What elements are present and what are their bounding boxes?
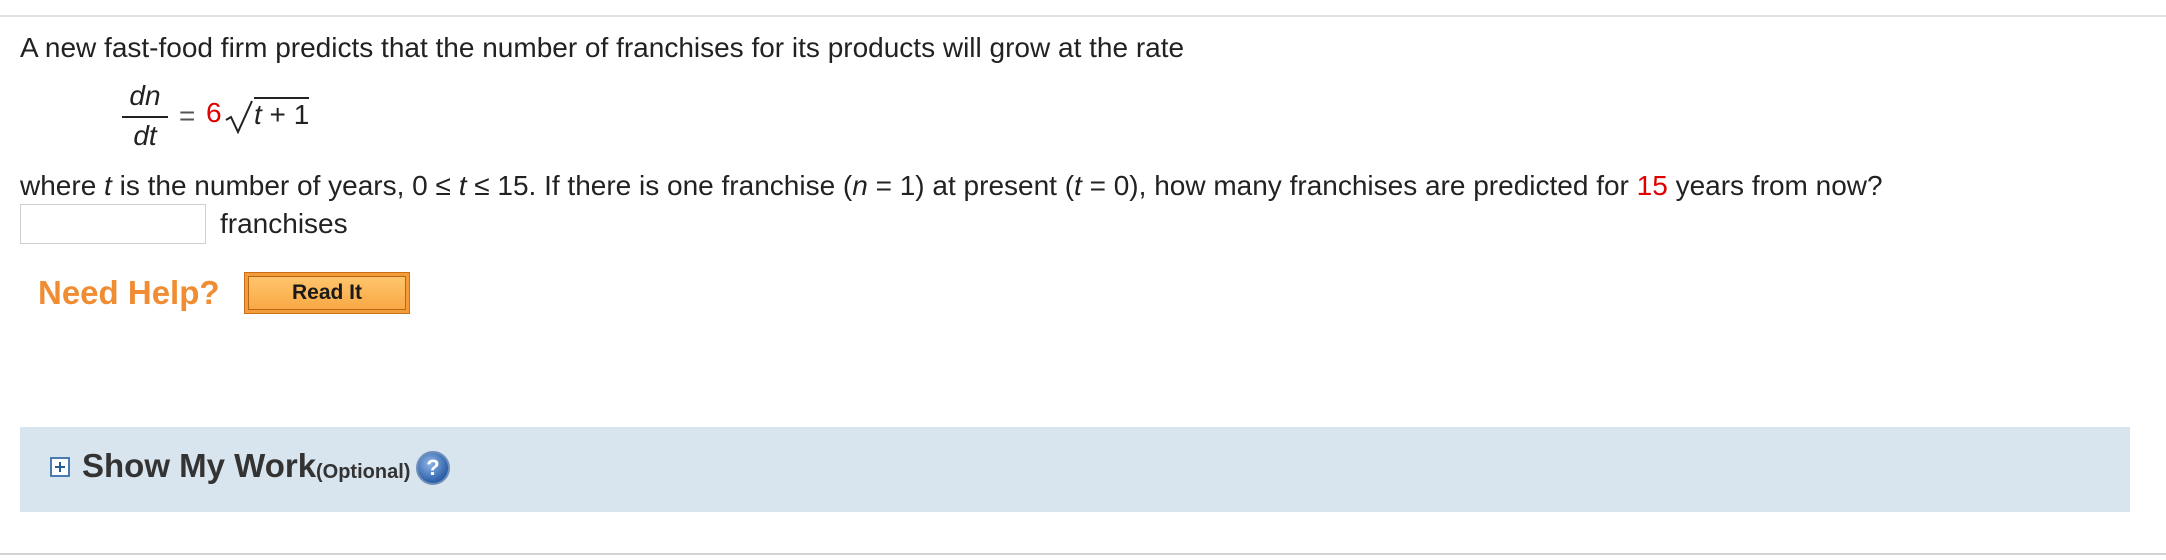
radicand-variable: t: [254, 99, 262, 130]
radicand-constant: + 1: [261, 99, 310, 130]
bottom-divider: [0, 553, 2166, 555]
fraction-denominator: dt: [133, 120, 157, 151]
coefficient: 6: [206, 97, 222, 128]
square-root-icon: [225, 100, 253, 134]
question-text: is the number of years, 0 ≤: [111, 170, 459, 201]
need-help-label: Need Help?: [38, 274, 220, 311]
question-text: where: [20, 170, 105, 201]
answer-input[interactable]: [20, 204, 206, 244]
equals-sign: =: [179, 100, 196, 131]
question-text: = 0), how many franchises are predicted …: [1081, 170, 1637, 201]
question-intro: A new fast-food firm predicts that the n…: [20, 32, 1185, 63]
expand-plus-icon[interactable]: [50, 457, 70, 477]
fraction-numerator: dn: [129, 80, 161, 111]
fraction-bar: [122, 116, 168, 118]
question-text: years from now?: [1667, 170, 1883, 201]
show-my-work-panel: Show My Work (Optional) ?: [20, 427, 2130, 512]
question-text: ≤ 15. If there is one franchise (: [466, 170, 853, 201]
variable-n: n: [852, 170, 868, 201]
top-divider: [0, 15, 2166, 17]
answer-unit-label: franchises: [220, 208, 348, 239]
read-it-label: Read It: [248, 276, 406, 310]
read-it-button[interactable]: Read It: [244, 272, 410, 314]
help-question-icon[interactable]: ?: [416, 451, 450, 485]
variable-t: t: [104, 170, 112, 201]
variable-t: t: [1074, 170, 1082, 201]
question-body: where t is the number of years, 0 ≤ t ≤ …: [20, 168, 1883, 204]
radicand: t + 1: [254, 97, 310, 131]
optional-label: (Optional): [316, 461, 411, 483]
show-my-work-title[interactable]: Show My Work: [82, 447, 316, 485]
years-value: 15: [1636, 170, 1668, 201]
question-text: = 1) at present (: [867, 170, 1075, 201]
